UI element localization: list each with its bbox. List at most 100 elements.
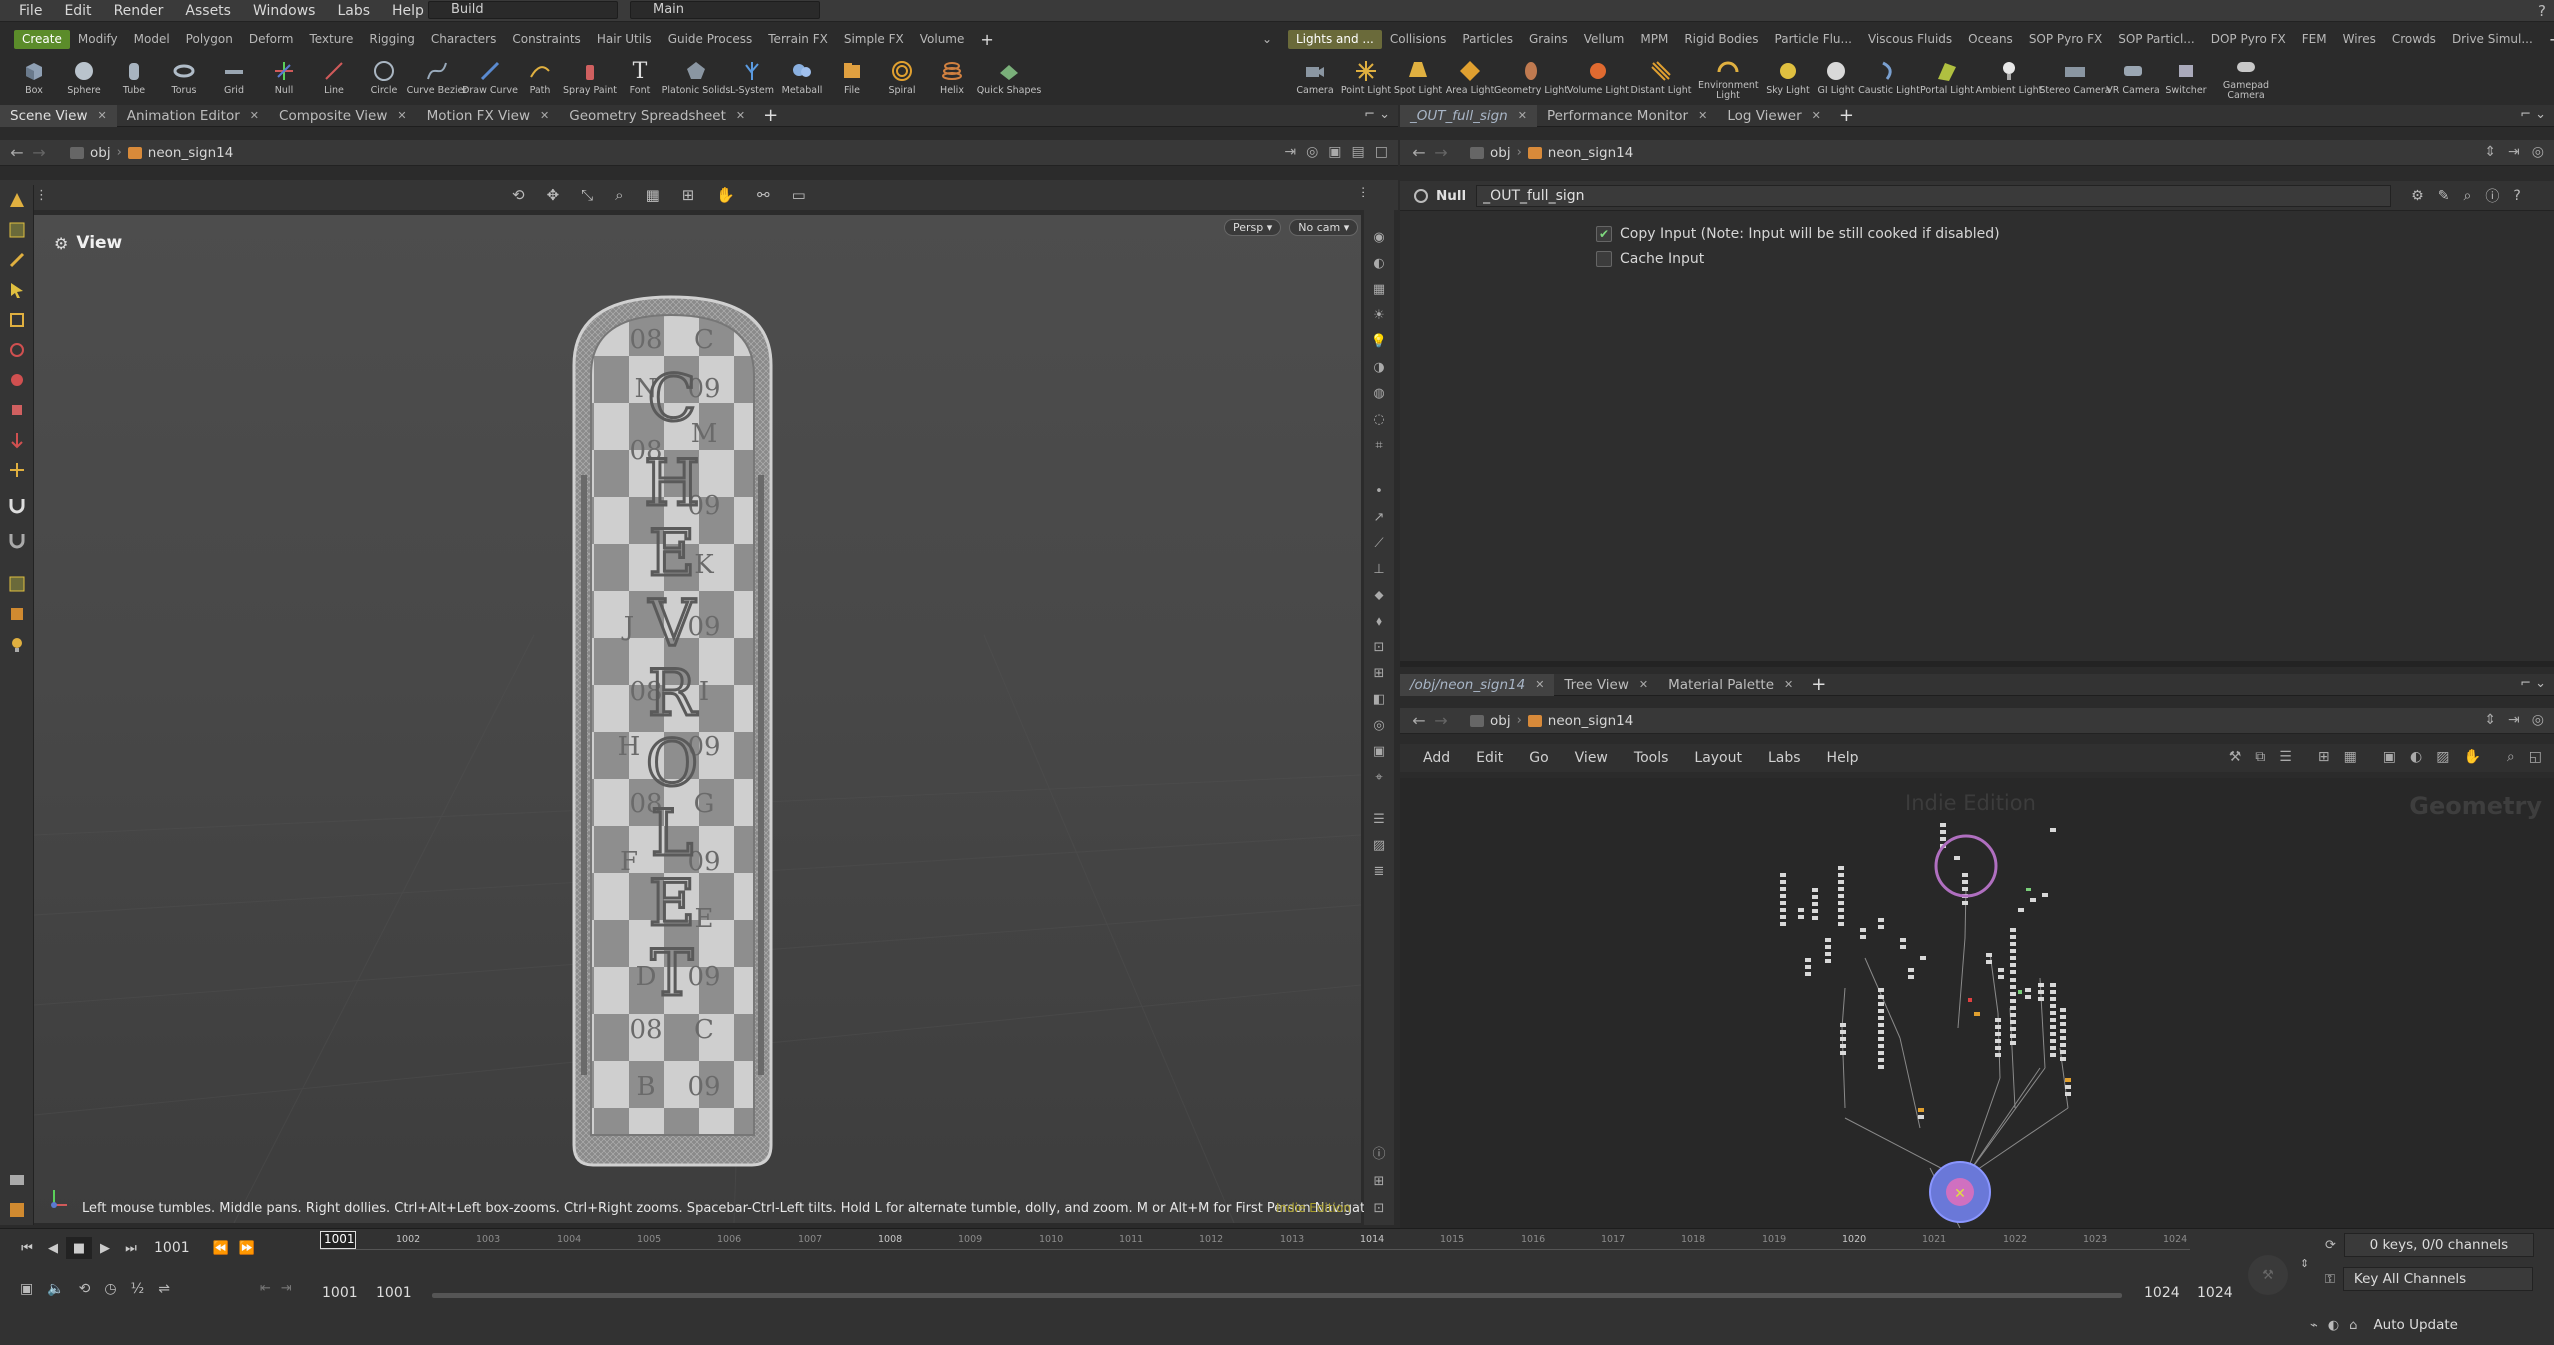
shelf-tab-lights[interactable]: Lights and ... — [1288, 30, 1382, 49]
copy-input-checkbox[interactable]: ✔ — [1596, 225, 1612, 242]
tool-area-light[interactable]: Area Light — [1444, 58, 1496, 96]
close-icon[interactable]: ✕ — [1518, 105, 1527, 127]
tool-curve-bezier[interactable]: Curve Bezier — [407, 58, 467, 96]
pin-icon[interactable]: ⇥ — [2508, 144, 2520, 160]
path-dropdown-icon[interactable]: ⇕ — [2484, 144, 2496, 160]
keys-dropdown-icon[interactable]: ⇕ — [2300, 1257, 2309, 1270]
search-icon[interactable]: ⌕ — [2507, 749, 2515, 765]
pan-icon[interactable]: ✥ — [547, 186, 560, 204]
hand-icon[interactable]: ✋ — [2463, 749, 2480, 765]
tool-font[interactable]: T Font — [615, 58, 665, 96]
display-options-icon[interactable] — [0, 1195, 34, 1225]
shelf-tab[interactable]: Model — [126, 30, 178, 49]
tool-tube[interactable]: Tube — [109, 58, 159, 96]
menu-layout[interactable]: Layout — [1681, 750, 1755, 766]
shading-icon[interactable]: ◐ — [1373, 256, 1384, 271]
tool-sphere[interactable]: Sphere — [59, 58, 109, 96]
node-name-field[interactable]: _OUT_full_sign — [1476, 184, 2392, 207]
close-icon[interactable]: ✕ — [1535, 674, 1544, 696]
tool-spiral[interactable]: Spiral — [877, 58, 927, 96]
tool-camera[interactable]: Camera — [1290, 58, 1340, 96]
realtime-icon[interactable]: ◷ — [104, 1281, 116, 1297]
transform-icon[interactable] — [0, 305, 34, 335]
brush-icon[interactable]: ⟋ — [1374, 536, 1383, 551]
add-shelf-icon[interactable]: + — [972, 30, 1001, 49]
tool-metaball[interactable]: Metaball — [777, 58, 827, 96]
list-icon[interactable]: ☰ — [1373, 812, 1385, 827]
shelf-tab[interactable]: Simple FX — [836, 30, 912, 49]
menu-labs[interactable]: Labs — [326, 0, 381, 22]
ghost-icon[interactable]: ◌ — [1373, 412, 1384, 427]
camera-view-icon[interactable]: ▣ — [1373, 744, 1385, 759]
tool-vr-camera[interactable]: VR Camera — [2106, 58, 2160, 96]
shelf-tab[interactable]: Viscous Fluids — [1860, 30, 1960, 49]
tool-file[interactable]: File — [827, 58, 877, 96]
menu-help[interactable]: Help — [381, 0, 435, 22]
menu-edit[interactable]: Edit — [53, 0, 102, 22]
back-arrow-icon[interactable]: ← — [1408, 711, 1430, 730]
wire-icon[interactable]: ⌗ — [1375, 438, 1382, 453]
tool-distant-light[interactable]: Distant Light — [1630, 58, 1692, 96]
jump-start-icon[interactable]: ⏮ — [14, 1237, 40, 1259]
step-forward-icon[interactable]: ⏩ — [234, 1237, 260, 1259]
background-image-icon[interactable]: ▨ — [2436, 749, 2449, 765]
tool-point-light[interactable]: Point Light — [1340, 58, 1392, 96]
edit-icon[interactable]: ✎ — [2438, 188, 2450, 204]
shelf-tab[interactable]: Particles — [1454, 30, 1521, 49]
guide-icon[interactable]: ⊞ — [1374, 666, 1385, 681]
chat-icon[interactable]: ◐ — [2328, 1318, 2339, 1333]
shelf-tab[interactable]: Collisions — [1382, 30, 1455, 49]
frame-all-icon[interactable]: ⊡ — [1374, 1201, 1385, 1216]
maximize-icon[interactable]: □ — [1375, 144, 1388, 160]
shelf-tab[interactable]: Volume — [912, 30, 973, 49]
pane-menu-icon[interactable]: ⌐ ⌄ — [2520, 676, 2546, 691]
visualize-icon[interactable]: ◧ — [1373, 692, 1385, 707]
close-icon[interactable]: ✕ — [1784, 674, 1793, 696]
shelf-tab[interactable]: Oceans — [1960, 30, 2021, 49]
network-select[interactable]: Main — [630, 1, 820, 19]
timeline-ruler[interactable]: 1001 1002 1003 1004 1005 1006 1007 1008 … — [320, 1229, 2190, 1257]
shadow-icon[interactable]: ◑ — [1373, 360, 1384, 375]
tool-ambient-light[interactable]: Ambient Light — [1976, 58, 2042, 96]
image-icon[interactable]: ▨ — [1373, 838, 1385, 853]
tile-view-icon[interactable]: ⊞ — [2318, 749, 2330, 765]
add-tab-icon[interactable]: + — [1803, 674, 1834, 695]
magnet-icon[interactable] — [0, 485, 34, 525]
menu-labs[interactable]: Labs — [1755, 750, 1814, 766]
menu-assets[interactable]: Assets — [174, 0, 242, 22]
tab-geometry-spreadsheet[interactable]: Geometry Spreadsheet ✕ — [559, 105, 755, 127]
lighting-icon[interactable]: ☀ — [1373, 308, 1385, 323]
close-icon[interactable]: ✕ — [1812, 105, 1821, 127]
axis-icon[interactable] — [0, 425, 34, 455]
menu-go[interactable]: Go — [1516, 750, 1561, 766]
network-editor[interactable]: Indie Edition Geometry ✕ — [1400, 778, 2554, 1230]
loop-icon[interactable]: ⟲ — [79, 1281, 91, 1297]
menu-render[interactable]: Render — [103, 0, 175, 22]
uv-icon[interactable]: ⊡ — [1374, 640, 1385, 655]
tool-quick-shapes[interactable]: Quick Shapes — [977, 58, 1041, 96]
tool-torus[interactable]: Torus — [159, 58, 209, 96]
tab-tree-view[interactable]: Tree View ✕ — [1554, 674, 1658, 696]
shelf-tab[interactable]: SOP Pyro FX — [2021, 30, 2110, 49]
close-icon[interactable]: ✕ — [540, 105, 549, 127]
tool-gi-light[interactable]: GI Light — [1812, 58, 1860, 96]
shelf-tab[interactable]: Wires — [2335, 30, 2384, 49]
shelf-tab[interactable]: Rigging — [361, 30, 422, 49]
breadcrumb-neon-sign[interactable]: neon_sign14 — [122, 145, 240, 161]
shelf-tab-create[interactable]: Create — [14, 30, 70, 49]
range-start-lock-icon[interactable]: ⇤ — [260, 1281, 271, 1296]
forward-arrow-icon[interactable]: → — [28, 143, 50, 162]
param-cache-input[interactable]: Cache Input — [1596, 246, 2554, 271]
eye-icon[interactable]: ◎ — [1373, 718, 1384, 733]
shelf-tab[interactable]: Crowds — [2384, 30, 2444, 49]
shelf-dropdown-icon[interactable]: ⌄ — [1262, 32, 1272, 46]
info-icon[interactable]: ⓘ — [1372, 1143, 1385, 1162]
range-start2-field[interactable]: 1001 — [376, 1285, 412, 1301]
layout-icon[interactable]: ▤ — [1352, 144, 1365, 160]
shelf-tab[interactable]: Characters — [423, 30, 505, 49]
pin-icon[interactable]: ⇥ — [1284, 144, 1296, 160]
tool-box[interactable]: Box — [9, 58, 59, 96]
tool-stereo-camera[interactable]: Stereo Camera — [2039, 58, 2111, 96]
vertex-icon[interactable]: ⬥ — [1374, 588, 1383, 603]
normal-icon[interactable]: ↗ — [1374, 510, 1385, 525]
